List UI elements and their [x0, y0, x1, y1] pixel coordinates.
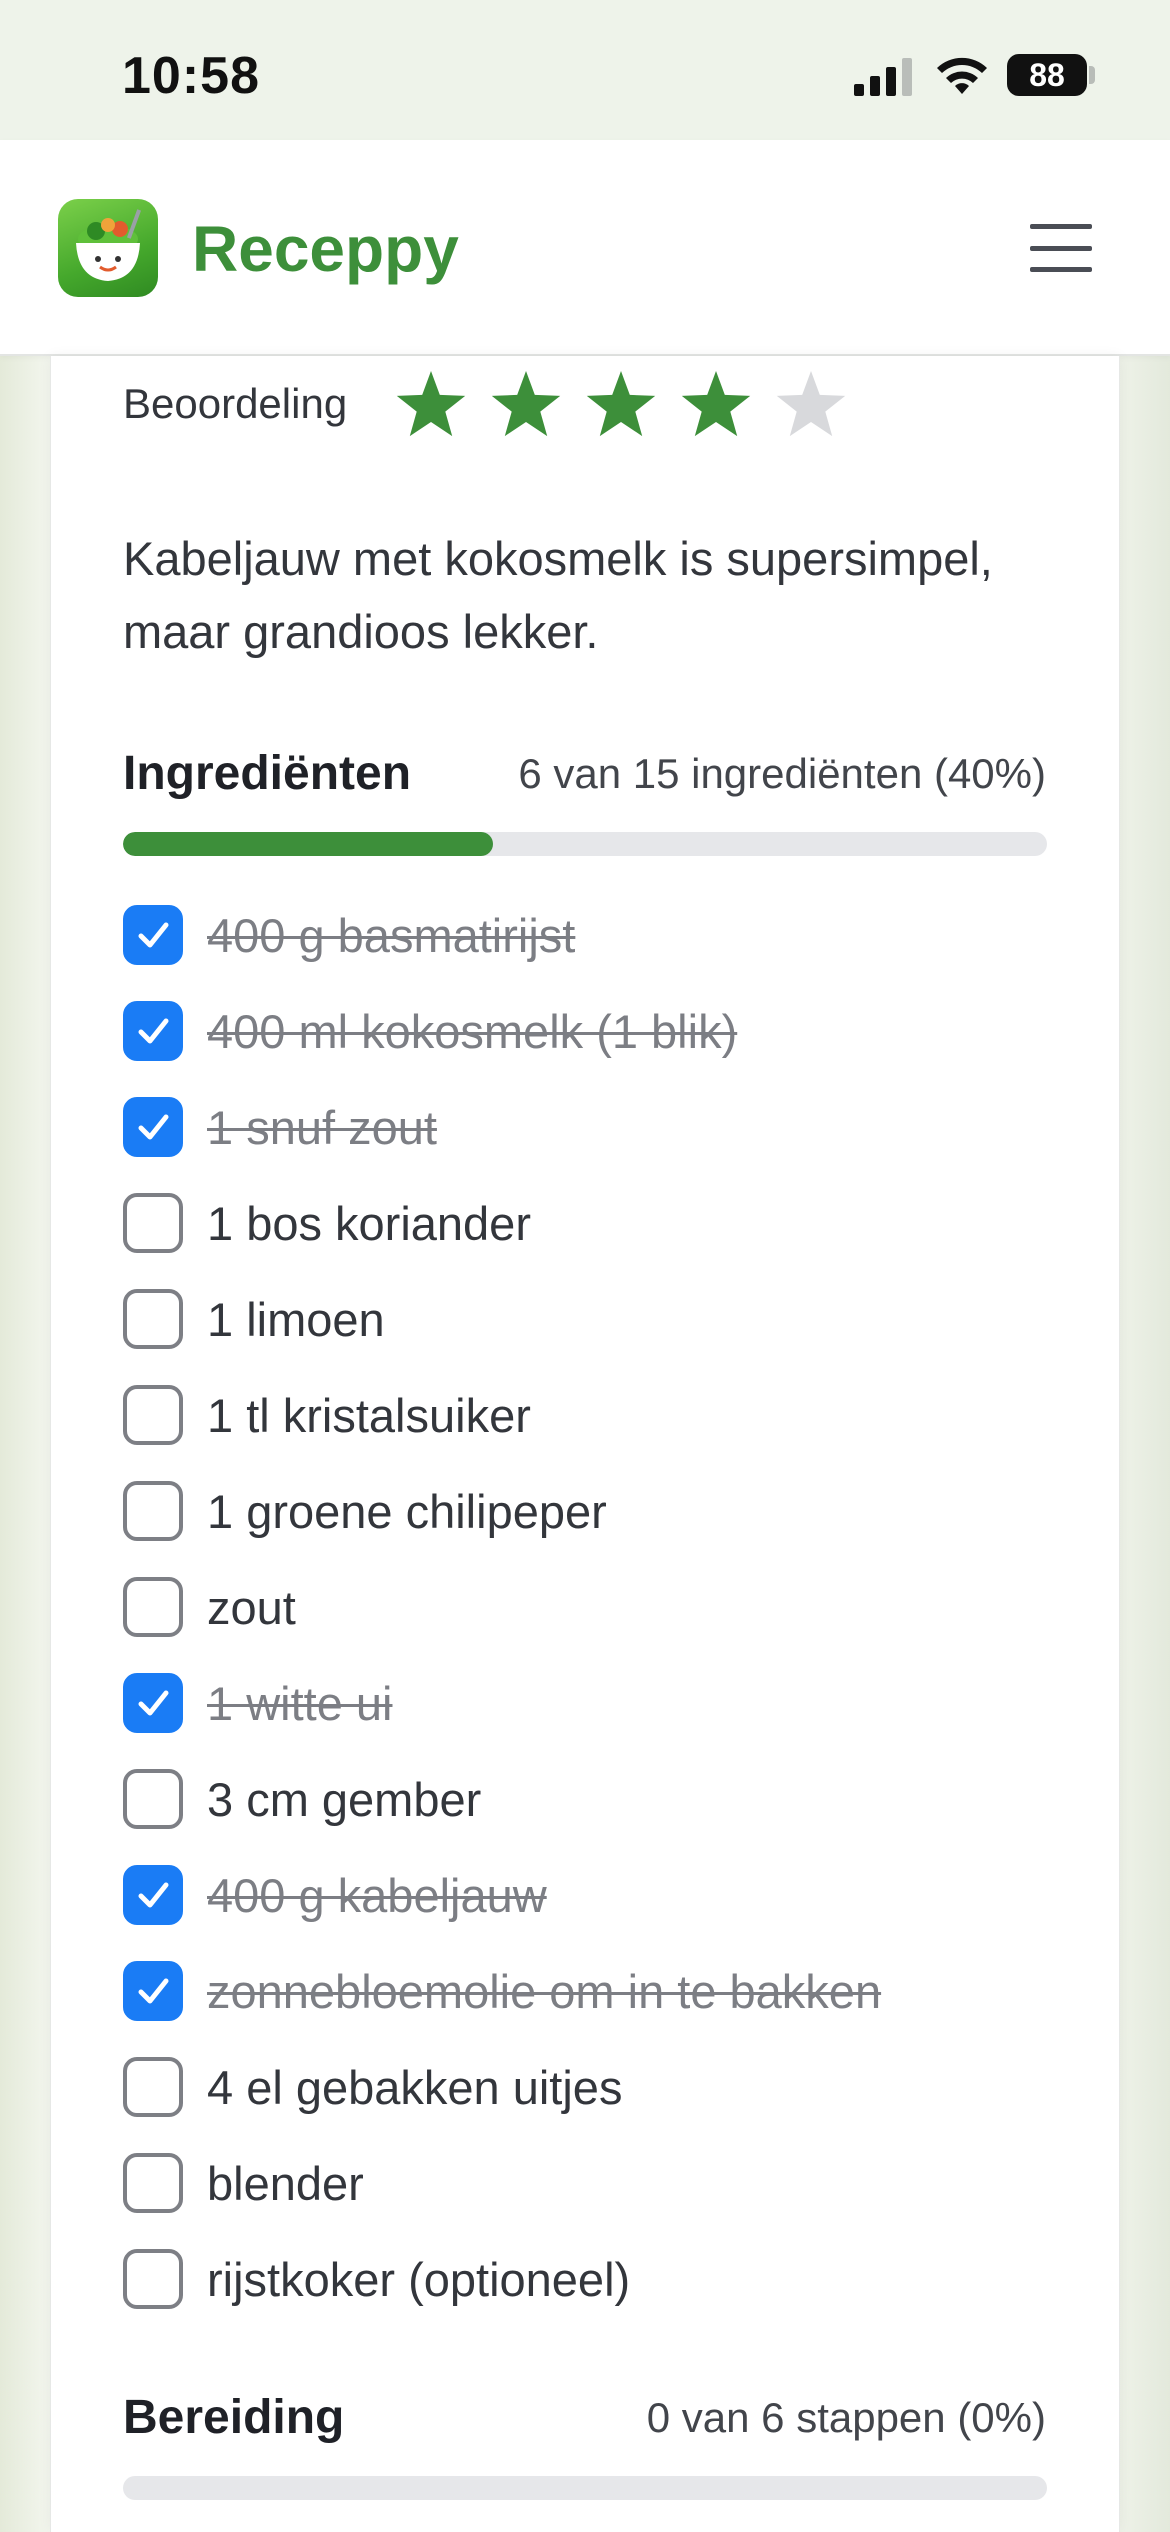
- star-filled-icon[interactable]: [396, 371, 466, 437]
- checkbox-unchecked[interactable]: [123, 1481, 183, 1541]
- checkbox-unchecked[interactable]: [123, 1289, 183, 1349]
- ingredient-item[interactable]: 1 groene chilipeper: [123, 1476, 1083, 1546]
- ingredient-label: 3 cm gember: [207, 1772, 482, 1826]
- rating-stars: [396, 371, 846, 437]
- checkbox-checked[interactable]: [123, 1097, 183, 1157]
- menu-line: [1030, 245, 1092, 251]
- ingredient-label: 400 g kabeljauw: [207, 1868, 547, 1922]
- checkbox-unchecked[interactable]: [123, 1385, 183, 1445]
- battery-tip: [1089, 66, 1095, 84]
- menu-line: [1030, 267, 1092, 272]
- ingredient-label: 400 g basmatirijst: [207, 908, 576, 962]
- ingredient-item[interactable]: 1 bos koriander: [123, 1188, 1083, 1258]
- ingredient-label: 1 groene chilipeper: [207, 1484, 607, 1538]
- star-empty-icon[interactable]: [776, 371, 846, 437]
- salad-bowl-logo-icon[interactable]: [58, 199, 158, 297]
- ingredient-item[interactable]: 400 ml kokosmelk (1 blik): [123, 996, 1083, 1066]
- checkbox-unchecked[interactable]: [123, 2057, 183, 2117]
- ingredient-label: 4 el gebakken uitjes: [207, 2060, 623, 2114]
- checkbox-unchecked[interactable]: [123, 1193, 183, 1253]
- ingredient-item[interactable]: 1 witte ui: [123, 1668, 1083, 1738]
- checkbox-unchecked[interactable]: [123, 1577, 183, 1637]
- ingredient-label: rijstkoker (optioneel): [207, 2252, 631, 2306]
- checkbox-unchecked[interactable]: [123, 2249, 183, 2309]
- ingredient-item[interactable]: zout: [123, 1572, 1083, 1642]
- ingredient-item[interactable]: 1 limoen: [123, 1284, 1083, 1354]
- hamburger-menu-icon[interactable]: [1030, 224, 1094, 272]
- rating-label: Beoordeling: [123, 380, 348, 427]
- ingredient-label: zonnebloemolie om in te bakken: [207, 1964, 882, 2018]
- preparation-title: Bereiding: [123, 2391, 345, 2444]
- ingredient-label: blender: [207, 2156, 364, 2210]
- menu-line: [1030, 224, 1092, 229]
- ingredient-label: 1 tl kristalsuiker: [207, 1388, 531, 1442]
- checkbox-unchecked[interactable]: [123, 1769, 183, 1829]
- ingredient-label: 400 ml kokosmelk (1 blik): [207, 1004, 738, 1058]
- ingredient-item[interactable]: 400 g basmatirijst: [123, 900, 1083, 970]
- status-time: 10:58: [122, 47, 260, 105]
- checkbox-checked[interactable]: [123, 1673, 183, 1733]
- battery-icon: 88: [1007, 54, 1087, 96]
- preparation-progress-bar: [123, 2476, 1047, 2500]
- star-filled-icon[interactable]: [586, 371, 656, 437]
- recipe-description: Kabeljauw met kokosmelk is supersimpel, …: [123, 532, 993, 658]
- checkbox-checked[interactable]: [123, 1001, 183, 1061]
- ingredient-label: 1 limoen: [207, 1292, 385, 1346]
- checkbox-checked[interactable]: [123, 1865, 183, 1925]
- ingredient-item[interactable]: 400 g kabeljauw: [123, 1860, 1083, 1930]
- ingredient-label: 1 snuf zout: [207, 1100, 437, 1154]
- ingredient-item[interactable]: 4 el gebakken uitjes: [123, 2052, 1083, 2122]
- checkbox-checked[interactable]: [123, 905, 183, 965]
- star-filled-icon[interactable]: [491, 371, 561, 437]
- ingredient-label: zout: [207, 1580, 296, 1634]
- checkmark-icon: [138, 1114, 169, 1140]
- signal-icon: [854, 58, 912, 96]
- ingredient-item[interactable]: zonnebloemolie om in te bakken: [123, 1956, 1083, 2026]
- ingredients-title: Ingrediënten: [123, 747, 412, 800]
- star-filled-icon[interactable]: [681, 371, 751, 437]
- checkbox-unchecked[interactable]: [123, 2153, 183, 2213]
- checkmark-icon: [138, 1690, 169, 1716]
- ingredient-item[interactable]: rijstkoker (optioneel): [123, 2244, 1083, 2314]
- app-header: Receppy: [0, 140, 1170, 356]
- wifi-icon: [937, 57, 987, 94]
- ingredient-item[interactable]: 3 cm gember: [123, 1764, 1083, 1834]
- ingredients-progress-fill: [123, 832, 493, 856]
- checkmark-icon: [138, 1978, 169, 2004]
- checkmark-icon: [138, 922, 169, 948]
- app-name[interactable]: Receppy: [192, 212, 459, 286]
- checkbox-checked[interactable]: [123, 1961, 183, 2021]
- ingredient-label: 1 witte ui: [207, 1676, 393, 1730]
- checkmark-icon: [138, 1018, 169, 1044]
- checkmark-icon: [138, 1882, 169, 1908]
- preparation-progress-text: 0 van 6 stappen (0%): [646, 2394, 1046, 2441]
- ingredient-item[interactable]: 1 tl kristalsuiker: [123, 1380, 1083, 1450]
- status-bar: 10:58 88: [0, 0, 1170, 140]
- ingredient-label: 1 bos koriander: [207, 1196, 531, 1250]
- ingredients-progress-text: 6 van 15 ingrediënten (40%): [518, 750, 1046, 797]
- ingredient-item[interactable]: 1 snuf zout: [123, 1092, 1083, 1162]
- ingredient-item[interactable]: blender: [123, 2148, 1083, 2218]
- ingredients-progress-bar: [123, 832, 1047, 856]
